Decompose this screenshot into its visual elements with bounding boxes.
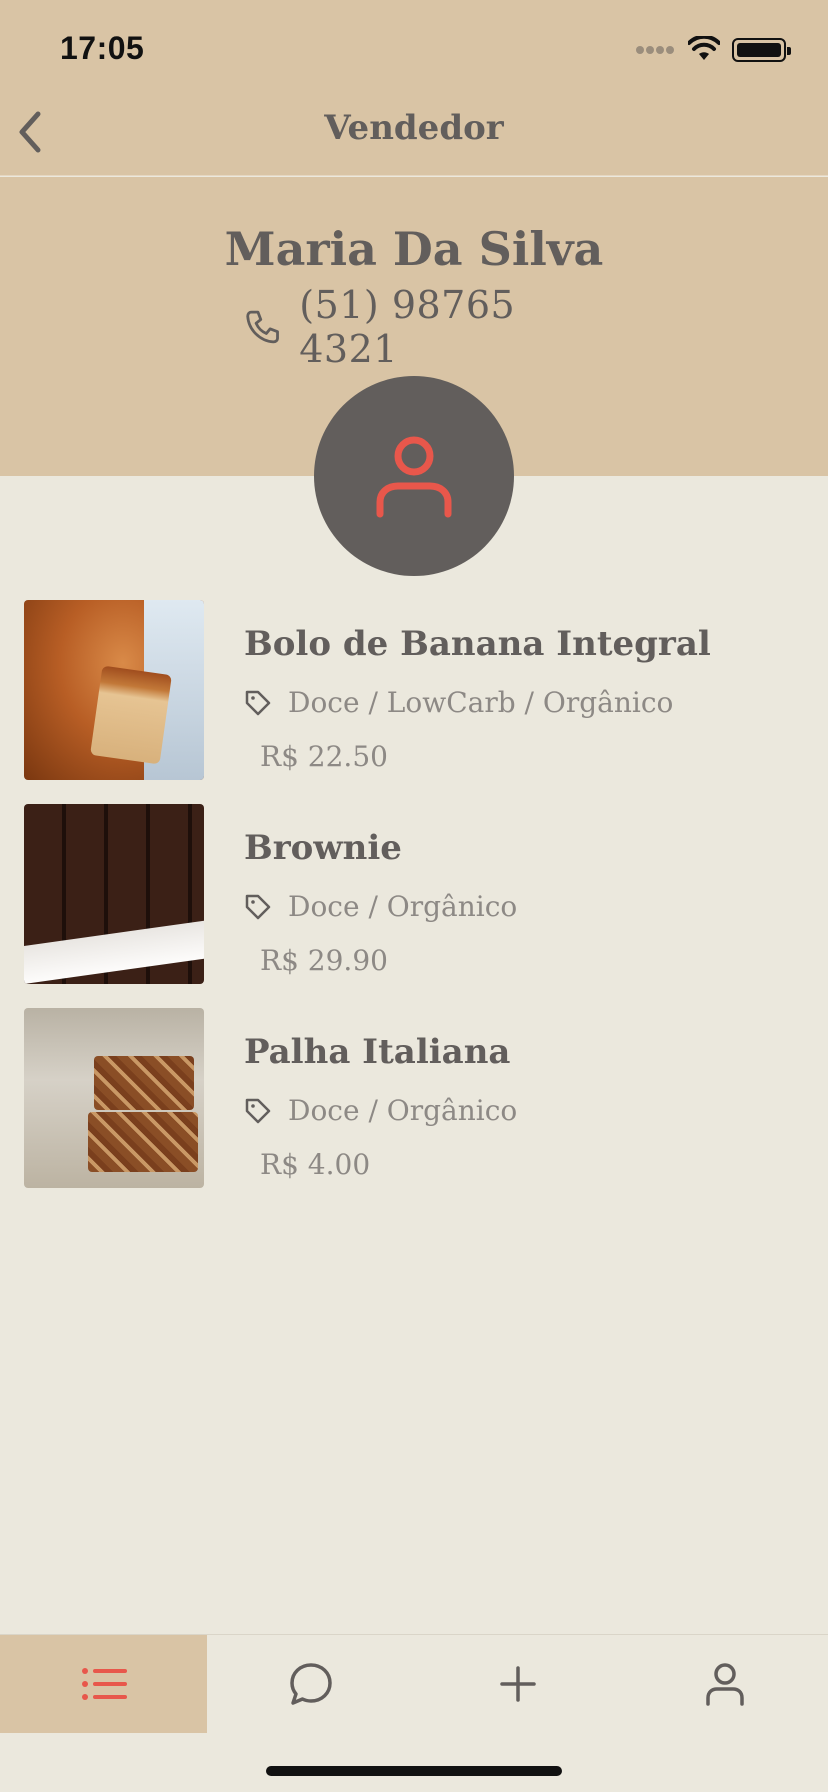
tab-profile[interactable] — [621, 1635, 828, 1733]
product-price: R$ 29.90 — [260, 944, 388, 977]
chat-bubble-icon — [289, 1663, 332, 1705]
product-tags-text: Doce / Orgânico — [288, 890, 518, 923]
avatar — [314, 376, 514, 576]
cellular-signal-icon — [636, 46, 676, 56]
tag-icon — [245, 1098, 271, 1123]
tab-chat[interactable] — [207, 1635, 414, 1733]
user-icon — [705, 1663, 744, 1706]
list-icon — [81, 1668, 127, 1700]
seller-name: Maria Da Silva — [224, 222, 604, 276]
product-tags: Doce / LowCarb / Orgânico — [244, 686, 673, 719]
product-tags: Doce / Orgânico — [244, 1094, 517, 1127]
seller-phone[interactable]: (51) 98765 4321 — [244, 283, 604, 371]
banana-cake-photo — [24, 600, 204, 780]
plus-icon — [499, 1666, 536, 1702]
brownie-photo — [24, 804, 204, 984]
home-indicator[interactable] — [266, 1766, 562, 1776]
product-price: R$ 4.00 — [260, 1148, 371, 1181]
palha-italiana-photo — [24, 1008, 204, 1188]
product-tags: Doce / Orgânico — [244, 890, 517, 923]
tag-icon — [245, 690, 271, 715]
status-time: 17:05 — [60, 30, 145, 66]
wifi-icon — [688, 36, 720, 60]
product-item[interactable]: Brownie Doce / Orgânico R$ 29.90 — [0, 804, 828, 1008]
product-name: Brownie — [244, 828, 402, 868]
tag-icon — [245, 894, 271, 919]
page-title: Vendedor — [324, 108, 504, 148]
phone-icon — [246, 310, 279, 344]
phone-number: (51) 98765 4321 — [299, 283, 516, 371]
product-item[interactable]: Palha Italiana Doce / Orgânico R$ 4.00 — [0, 1008, 828, 1212]
tab-list[interactable] — [0, 1635, 207, 1733]
navigation-bar: 17:05 Vendedor — [0, 0, 828, 176]
product-name: Bolo de Banana Integral — [244, 624, 711, 664]
product-item[interactable]: Bolo de Banana Integral Doce / LowCarb /… — [0, 600, 828, 804]
product-tags-text: Doce / Orgânico — [288, 1094, 518, 1127]
tab-bar — [0, 1634, 828, 1733]
product-price: R$ 22.50 — [260, 740, 388, 773]
battery-icon — [732, 38, 791, 62]
product-name: Palha Italiana — [244, 1032, 511, 1072]
user-icon — [376, 436, 452, 518]
tab-add[interactable] — [414, 1635, 621, 1733]
product-tags-text: Doce / LowCarb / Orgânico — [288, 686, 674, 719]
status-indicators — [636, 36, 796, 64]
product-list: Bolo de Banana Integral Doce / LowCarb /… — [0, 600, 828, 1212]
